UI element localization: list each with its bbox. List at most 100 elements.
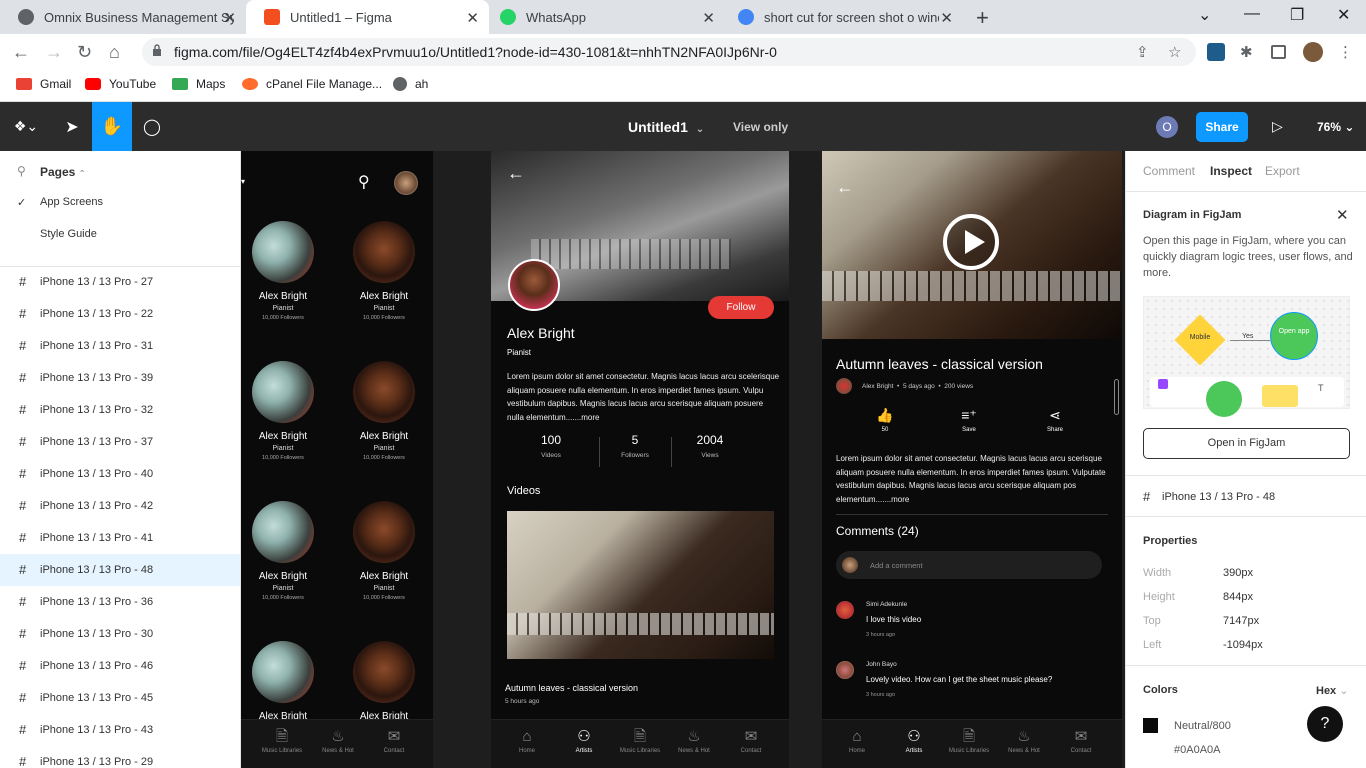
browser-tab-whatsapp[interactable]: WhatsApp ✕ [482, 0, 725, 34]
page-app-screens[interactable]: App Screens [40, 196, 103, 208]
frame-item[interactable]: # iPhone 13 / 13 Pro - 41 [0, 522, 240, 554]
zoom-dropdown[interactable]: 76% ⌄ [1317, 120, 1354, 134]
bookmark-gmail[interactable]: Gmail [16, 77, 71, 91]
nav-home[interactable]: ⌂ Home [497, 726, 557, 754]
page-style-guide[interactable]: Style Guide [40, 228, 97, 240]
frame-artists-grid[interactable]: ▾ ⚲ Alex Bright Pianist 10,000 Followers Al… [241, 151, 433, 768]
present-play-icon[interactable]: ▷ [1272, 118, 1283, 135]
nav-home[interactable]: ⌂ Home [827, 726, 887, 754]
comment-input[interactable]: Add a comment [836, 551, 1102, 579]
frame-item[interactable]: # iPhone 13 / 13 Pro - 29 [0, 746, 240, 768]
artist-card[interactable]: Alex Bright Pianist 10,000 Followers [339, 361, 429, 461]
frame-item[interactable]: # iPhone 13 / 13 Pro - 48 [0, 554, 240, 586]
artist-card[interactable]: Alex Bright Pianist 10,000 Followers [339, 501, 429, 601]
tab-search-icon[interactable]: ⌄ [1198, 5, 1211, 25]
figma-menu-icon[interactable]: ❖⌄ [4, 102, 48, 151]
frame-item[interactable]: # iPhone 13 / 13 Pro - 31 [0, 330, 240, 362]
nav-contact[interactable]: ✉ Contact [1051, 726, 1111, 754]
browser-tab-figma[interactable]: Untitled1 – Figma ✕ [246, 0, 489, 34]
nav-news-hot[interactable]: ♨ News & Hot [664, 726, 724, 754]
react-devtools-icon[interactable] [1207, 43, 1225, 61]
nav-contact[interactable]: ✉ Contact [721, 726, 781, 754]
browser-tab-omnix[interactable]: Omnix Business Management Sy ✕ [0, 0, 246, 34]
profile-avatar[interactable] [1303, 42, 1323, 62]
close-icon[interactable]: ✕ [702, 9, 715, 27]
tab-export[interactable]: Export [1265, 164, 1300, 178]
bookmark-star-icon[interactable]: ☆ [1168, 43, 1181, 61]
video-title[interactable]: Autumn leaves - classical version [505, 683, 638, 693]
share-button[interactable]: ⋖ Share [1032, 407, 1078, 433]
frame-item[interactable]: # iPhone 13 / 13 Pro - 27 [0, 266, 240, 298]
minimize-icon[interactable]: — [1244, 5, 1260, 23]
tab-comment[interactable]: Comment [1143, 164, 1195, 178]
artist-card[interactable]: Alex Bright Pianist 10,000 Followers [241, 501, 328, 601]
back-arrow-icon[interactable]: ← [836, 177, 854, 198]
bookmark-maps[interactable]: Maps [172, 77, 225, 91]
close-icon[interactable]: ✕ [1336, 206, 1349, 224]
nav-music-libraries[interactable]: 🗎 Music Libraries [610, 726, 670, 754]
extensions-icon[interactable]: ✱ [1240, 43, 1258, 61]
reload-icon[interactable]: ↻ [77, 42, 92, 63]
move-tool-icon[interactable]: ➤ [52, 102, 92, 151]
avatar[interactable] [394, 171, 418, 195]
back-arrow-icon[interactable]: ← [507, 163, 525, 184]
frame-item[interactable]: # iPhone 13 / 13 Pro - 42 [0, 490, 240, 522]
video-thumbnail[interactable] [507, 511, 774, 659]
frame-item[interactable]: # iPhone 13 / 13 Pro - 22 [0, 298, 240, 330]
save-button[interactable]: ≡⁺ Save [946, 407, 992, 433]
open-in-figjam-button[interactable]: Open in FigJam [1143, 428, 1350, 459]
restore-icon[interactable]: ❐ [1290, 5, 1304, 25]
nav-music-libraries[interactable]: 🗎 Music Libraries [939, 726, 999, 754]
search-icon[interactable]: ⚲ [17, 164, 26, 178]
forward-icon[interactable]: → [45, 42, 63, 63]
close-icon[interactable]: ✕ [466, 9, 479, 27]
tab-inspect[interactable]: Inspect [1210, 164, 1252, 178]
nav-news-hot[interactable]: ♨ News & Hot [994, 726, 1054, 754]
avatar[interactable]: O [1156, 116, 1178, 138]
browser-tab-google[interactable]: short cut for screen shot o windo ✕ [720, 0, 963, 34]
file-name[interactable]: Untitled1 ⌄ [628, 119, 704, 135]
frame-video-detail[interactable]: ← Autumn leaves - classical version Alex… [822, 151, 1122, 768]
home-icon[interactable]: ⌂ [109, 42, 120, 63]
comment-tool-icon[interactable]: ◯ [132, 102, 172, 151]
nav-contact[interactable]: ✉ Contact [364, 726, 424, 754]
new-tab-icon[interactable]: + [976, 5, 989, 31]
window-close-icon[interactable]: ✕ [1337, 5, 1350, 25]
like-button[interactable]: 👍 50 [862, 407, 908, 433]
frame-item[interactable]: # iPhone 13 / 13 Pro - 39 [0, 362, 240, 394]
artist-card[interactable]: Alex Bright Pianist 10,000 Followers [339, 221, 429, 321]
bookmark-youtube[interactable]: YouTube [85, 77, 156, 91]
artist-card[interactable]: Alex Bright Pianist 10,000 Followers [241, 221, 328, 321]
close-icon[interactable]: ✕ [940, 9, 953, 27]
nav-artists[interactable]: ⚇ Artists [884, 726, 944, 754]
bookmark-ah[interactable]: ah [393, 77, 428, 91]
artist-card[interactable]: Alex Bright Pianist 10,000 Followers [241, 361, 328, 461]
side-panel-icon[interactable] [1271, 45, 1286, 59]
frame-item[interactable]: # iPhone 13 / 13 Pro - 40 [0, 458, 240, 490]
frame-item[interactable]: # iPhone 13 / 13 Pro - 46 [0, 650, 240, 682]
color-format-dropdown[interactable]: Hex ⌄ [1316, 684, 1348, 697]
frame-item[interactable]: # iPhone 13 / 13 Pro - 30 [0, 618, 240, 650]
follow-button[interactable]: Follow [708, 296, 774, 319]
share-page-icon[interactable]: ⇪ [1136, 43, 1149, 61]
url-bar[interactable]: figma.com/file/Og4ELT4zf4b4exPrvmuu1o/Un… [142, 38, 1196, 66]
frame-item[interactable]: # iPhone 13 / 13 Pro - 36 [0, 586, 240, 618]
frame-artist-profile[interactable]: ← Follow Alex Bright Pianist Lorem ipsum… [491, 151, 789, 768]
back-icon[interactable]: ← [12, 42, 30, 63]
canvas-scrollbar[interactable] [1114, 379, 1119, 415]
nav-artists[interactable]: ⚇ Artists [554, 726, 614, 754]
close-icon[interactable]: ✕ [223, 9, 236, 27]
frame-item[interactable]: # iPhone 13 / 13 Pro - 43 [0, 714, 240, 746]
share-button[interactable]: Share [1196, 112, 1248, 142]
hand-tool-icon[interactable]: ✋ [92, 102, 132, 151]
frame-item[interactable]: # iPhone 13 / 13 Pro - 45 [0, 682, 240, 714]
frame-item[interactable]: # iPhone 13 / 13 Pro - 37 [0, 426, 240, 458]
search-icon[interactable]: ⚲ [358, 172, 370, 192]
pages-header[interactable]: Pages ⌃ [40, 165, 85, 179]
nav-music-libraries[interactable]: 🗎 Music Libraries [252, 726, 312, 754]
frame-item[interactable]: # iPhone 13 / 13 Pro - 32 [0, 394, 240, 426]
play-icon[interactable] [943, 214, 999, 270]
menu-icon[interactable]: ⋮ [1338, 43, 1356, 61]
bookmark-cpanel[interactable]: cPanel File Manage... [242, 77, 382, 91]
nav-news-hot[interactable]: ♨ News & Hot [308, 726, 368, 754]
